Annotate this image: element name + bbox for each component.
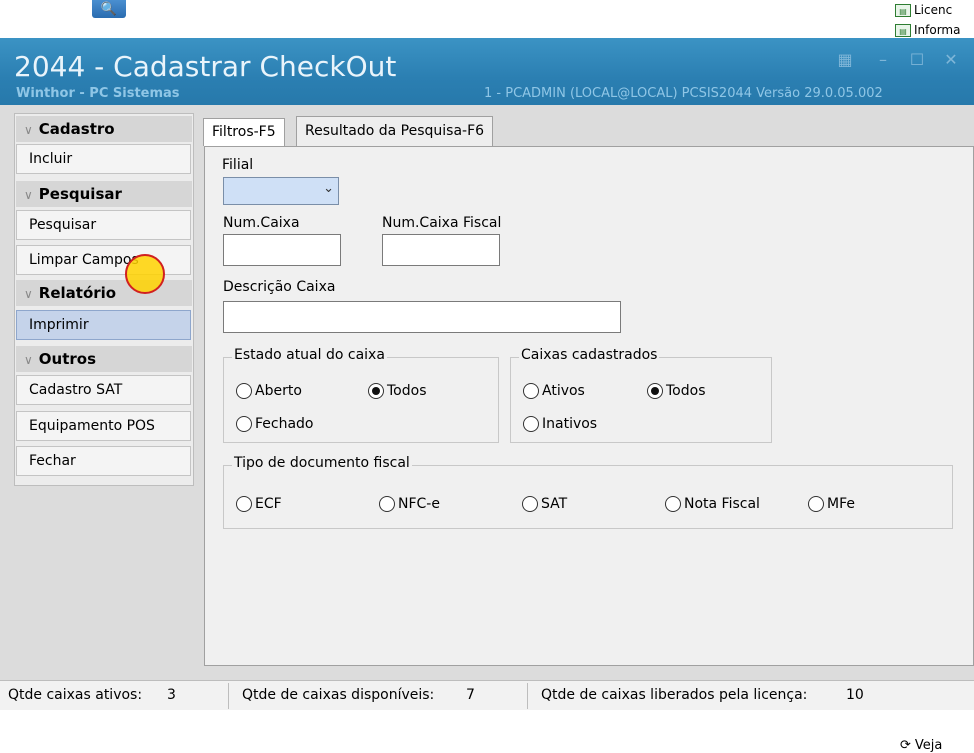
tipo-documento-legend: Tipo de documento fiscal — [232, 455, 412, 471]
sidebar-group-relatorio[interactable]: ∨ Relatório — [16, 280, 192, 306]
tab-filtros[interactable]: Filtros-F5 — [203, 118, 285, 146]
disponiveis-value: 7 — [466, 687, 475, 703]
estado-aberto-radio[interactable]: Aberto — [236, 383, 302, 399]
radio-icon — [523, 383, 539, 399]
radio-icon — [236, 416, 252, 432]
fechar-button[interactable]: Fechar — [16, 446, 191, 476]
window-subtitle: Winthor - PC Sistemas — [16, 86, 180, 101]
radio-selected-icon — [647, 383, 663, 399]
ativos-label: Qtde caixas ativos: — [8, 687, 143, 703]
radio-icon — [523, 416, 539, 432]
document-icon: ▤ — [895, 3, 911, 17]
descricao-label: Descrição Caixa — [223, 279, 336, 295]
equipamento-pos-button[interactable]: Equipamento POS — [16, 411, 191, 441]
cadastro-sat-button[interactable]: Cadastro SAT — [16, 375, 191, 405]
magnifier-icon[interactable]: 🔍 — [92, 0, 126, 18]
caixas-todos-radio[interactable]: Todos — [647, 383, 705, 399]
chevron-up-icon: ∨ — [24, 188, 33, 202]
liberados-value: 10 — [846, 687, 864, 703]
refresh-icon: ⟳ — [900, 738, 911, 753]
descricao-input[interactable] — [223, 301, 621, 333]
caixas-ativos-radio[interactable]: Ativos — [523, 383, 585, 399]
incluir-button[interactable]: Incluir — [16, 144, 191, 174]
tipo-ecf-radio[interactable]: ECF — [236, 496, 282, 512]
ativos-value: 3 — [167, 687, 176, 703]
tipo-sat-radio[interactable]: SAT — [522, 496, 567, 512]
radio-icon — [236, 383, 252, 399]
estado-legend: Estado atual do caixa — [232, 347, 387, 363]
radio-icon — [522, 496, 538, 512]
num-caixa-input[interactable] — [223, 234, 341, 266]
estado-group: Estado atual do caixa Aberto Todos Fecha… — [223, 347, 499, 443]
radio-selected-icon — [368, 383, 384, 399]
liberados-label: Qtde de caixas liberados pela licença: — [541, 687, 808, 703]
desktop-bottom — [0, 710, 974, 752]
estado-fechado-radio[interactable]: Fechado — [236, 416, 314, 432]
tipo-nfce-radio[interactable]: NFC-e — [379, 496, 440, 512]
chevron-down-icon: ⌄ — [323, 181, 334, 196]
chevron-up-icon: ∨ — [24, 287, 33, 301]
close-icon[interactable]: ✕ — [940, 50, 962, 70]
veja-link[interactable]: ⟳ Veja — [900, 738, 942, 753]
num-caixa-fiscal-label: Num.Caixa Fiscal — [382, 215, 502, 231]
desktop-link-licenca[interactable]: ▤ Licenc — [895, 0, 960, 20]
window-title: 2044 - Cadastrar CheckOut — [14, 50, 397, 83]
sidebar-group-cadastro[interactable]: ∨ Cadastro — [16, 116, 192, 142]
desktop-top-strip: 🔍 ▤ Licenc ▤ Informa — [0, 0, 974, 38]
sidebar-group-pesquisar[interactable]: ∨ Pesquisar — [16, 181, 192, 207]
status-separator — [228, 683, 229, 709]
imprimir-button[interactable]: Imprimir — [16, 310, 191, 340]
tipo-mfe-radio[interactable]: MFe — [808, 496, 855, 512]
restore-icon[interactable]: ▦ — [834, 50, 856, 70]
chevron-up-icon: ∨ — [24, 123, 33, 137]
click-indicator — [125, 254, 165, 294]
sidebar-group-outros[interactable]: ∨ Outros — [16, 346, 192, 372]
radio-icon — [379, 496, 395, 512]
estado-todos-radio[interactable]: Todos — [368, 383, 426, 399]
filters-panel: Filial ⌄ Num.Caixa Num.Caixa Fiscal Desc… — [204, 146, 974, 666]
num-caixa-label: Num.Caixa — [223, 215, 300, 231]
num-caixa-fiscal-input[interactable] — [382, 234, 500, 266]
radio-icon — [808, 496, 824, 512]
disponiveis-label: Qtde de caixas disponíveis: — [242, 687, 435, 703]
status-separator — [527, 683, 528, 709]
desktop-links: ▤ Licenc ▤ Informa — [895, 0, 960, 40]
filial-select[interactable]: ⌄ — [223, 177, 339, 205]
filial-label: Filial — [222, 157, 254, 173]
document-icon: ▤ — [895, 23, 911, 37]
caixas-legend: Caixas cadastrados — [519, 347, 660, 363]
tipo-documento-group: Tipo de documento fiscal ECF NFC-e SAT N… — [223, 455, 953, 529]
window-title-bar: 2044 - Cadastrar CheckOut Winthor - PC S… — [0, 38, 974, 105]
caixas-inativos-radio[interactable]: Inativos — [523, 416, 597, 432]
sidebar: ∨ Cadastro Incluir ∨ Pesquisar Pesquisar L… — [14, 113, 194, 486]
tipo-nota-fiscal-radio[interactable]: Nota Fiscal — [665, 496, 760, 512]
caixas-group: Caixas cadastrados Ativos Todos Inativos — [510, 347, 772, 443]
radio-icon — [236, 496, 252, 512]
status-bar: Qtde caixas ativos: 3 Qtde de caixas dis… — [0, 680, 974, 711]
pesquisar-button[interactable]: Pesquisar — [16, 210, 191, 240]
tab-resultado[interactable]: Resultado da Pesquisa-F6 — [296, 116, 494, 146]
minimize-icon[interactable]: – — [872, 50, 894, 70]
session-info: 1 - PCADMIN (LOCAL@LOCAL) PCSIS2044 Vers… — [484, 86, 883, 101]
chevron-up-icon: ∨ — [24, 353, 33, 367]
radio-icon — [665, 496, 681, 512]
maximize-icon[interactable]: ☐ — [906, 50, 928, 70]
desktop-link-informacoes[interactable]: ▤ Informa — [895, 20, 960, 40]
